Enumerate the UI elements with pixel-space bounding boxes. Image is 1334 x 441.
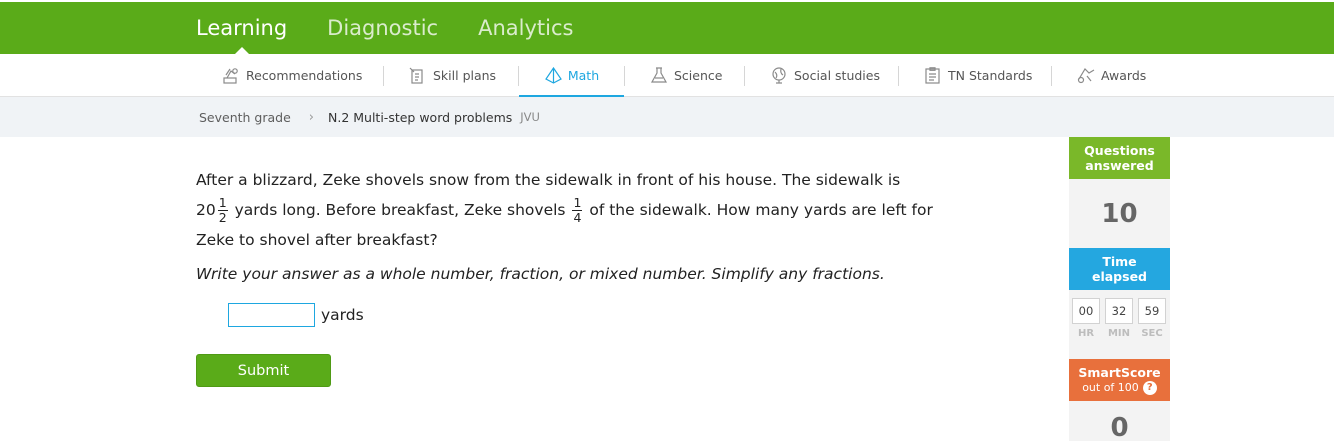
timer-hours-label: HR xyxy=(1077,328,1095,339)
skill-plans-icon xyxy=(409,67,423,84)
subnav-item-recommendations[interactable]: Recommendations xyxy=(222,54,362,97)
subnav-item-skill-plans[interactable]: Skill plans xyxy=(409,54,496,97)
tab-analytics-label: Analytics xyxy=(478,16,574,40)
answer-unit: yards xyxy=(321,306,364,324)
subject-nav: Recommendations Skill plans Math Science… xyxy=(0,54,1334,98)
breadcrumb-grade-link[interactable]: Seventh grade xyxy=(199,110,291,125)
top-nav: Learning Diagnostic Analytics xyxy=(196,2,573,54)
subnav-item-awards[interactable]: Awards xyxy=(1077,54,1146,97)
active-tab-caret xyxy=(234,47,249,54)
smartscore-value: 0 xyxy=(1110,413,1129,441)
question-text: After a blizzard, Zeke shovels snow from… xyxy=(196,165,956,255)
smartscore-out-of: out of 100 xyxy=(1082,381,1139,394)
timer: 00 32 59 HR MIN SEC xyxy=(1069,290,1170,359)
globe-icon xyxy=(772,67,786,84)
science-flask-icon xyxy=(650,67,668,83)
tab-analytics[interactable]: Analytics xyxy=(478,2,573,54)
subnav-label-skill-plans: Skill plans xyxy=(433,68,497,83)
answer-instructions: Write your answer as a whole number, fra… xyxy=(196,265,885,283)
subnav-label-science: Science xyxy=(674,68,723,83)
breadcrumb-bar: Seventh grade › N.2 Multi-step word prob… xyxy=(0,97,1334,137)
top-nav-bar: Learning Diagnostic Analytics xyxy=(0,0,1334,54)
fraction-one-half: 12 xyxy=(217,195,228,225)
subnav-divider xyxy=(1051,66,1052,86)
answer-input[interactable] xyxy=(228,303,315,327)
fraction-numerator: 1 xyxy=(572,195,583,211)
subnav-divider xyxy=(383,66,384,86)
tab-learning[interactable]: Learning xyxy=(196,2,287,54)
skill-code: JVU xyxy=(520,110,540,124)
standards-clipboard-icon xyxy=(925,67,940,84)
subnav-item-math[interactable]: Math xyxy=(519,54,624,98)
breadcrumb: Seventh grade › N.2 Multi-step word prob… xyxy=(199,97,540,137)
subnav-divider xyxy=(624,66,625,86)
smartscore-header: SmartScore out of 100 ? xyxy=(1069,359,1170,401)
chevron-right-icon: › xyxy=(308,109,314,125)
timer-hours: 00 xyxy=(1072,298,1100,324)
subnav-divider xyxy=(744,66,745,86)
awards-icon xyxy=(1077,68,1095,84)
fraction-numerator: 1 xyxy=(217,195,228,211)
fraction-denominator: 4 xyxy=(573,210,582,225)
smartscore-value-box: 0 xyxy=(1069,401,1170,441)
smartscore-subtitle: out of 100 ? xyxy=(1069,380,1170,395)
mixed-number-whole: 20 xyxy=(196,201,216,219)
breadcrumb-skill: N.2 Multi-step word problems xyxy=(328,109,513,125)
subnav-item-science[interactable]: Science xyxy=(650,54,722,97)
smartscore-label: SmartScore xyxy=(1078,365,1161,380)
subnav-divider xyxy=(898,66,899,86)
subnav-label-awards: Awards xyxy=(1101,68,1147,83)
progress-sidebar: Questions answered 10 Time elapsed 00 32… xyxy=(1069,137,1170,441)
subnav-label-recommendations: Recommendations xyxy=(246,68,363,83)
timer-seconds: 59 xyxy=(1138,298,1166,324)
subnav-label-social-studies: Social studies xyxy=(794,68,880,83)
timer-minutes-label: MIN xyxy=(1107,328,1131,339)
submit-button[interactable]: Submit xyxy=(196,354,331,387)
answer-row: yards xyxy=(228,303,364,327)
subnav-item-social-studies[interactable]: Social studies xyxy=(770,54,880,97)
subnav-label-math: Math xyxy=(567,68,600,83)
timer-minutes: 32 xyxy=(1105,298,1133,324)
questions-answered-header: Questions answered xyxy=(1069,137,1170,179)
subnav-label-tn-standards: TN Standards xyxy=(948,68,1033,83)
questions-answered-count: 10 xyxy=(1069,179,1170,248)
tab-diagnostic-label: Diagnostic xyxy=(327,16,439,40)
recommendations-icon xyxy=(223,68,238,84)
fraction-one-quarter: 14 xyxy=(572,195,583,225)
subnav-item-tn-standards[interactable]: TN Standards xyxy=(924,54,1032,97)
help-icon[interactable]: ? xyxy=(1142,380,1157,395)
timer-seconds-label: SEC xyxy=(1141,328,1163,339)
fraction-denominator: 2 xyxy=(218,210,227,225)
math-pyramid-icon xyxy=(544,67,562,84)
question-line-1: After a blizzard, Zeke shovels snow from… xyxy=(196,171,901,189)
time-elapsed-header: Time elapsed xyxy=(1069,248,1170,290)
tab-diagnostic[interactable]: Diagnostic xyxy=(327,2,438,54)
tab-learning-label: Learning xyxy=(196,16,288,40)
question-middle-text: yards long. Before breakfast, Zeke shove… xyxy=(234,201,566,219)
